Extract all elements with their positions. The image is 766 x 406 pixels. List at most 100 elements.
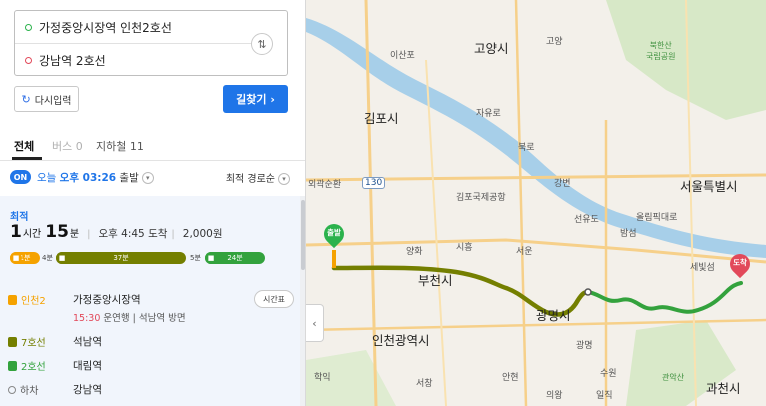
departure-time-selector[interactable]: 오늘 오후 03:26 출발 ▾ bbox=[37, 170, 154, 185]
map-label-gimpo: 김포시 bbox=[364, 111, 399, 126]
collapse-panel-button[interactable]: ‹ bbox=[306, 304, 324, 342]
divider: | bbox=[171, 229, 175, 240]
train-icon bbox=[8, 360, 17, 371]
train-icon bbox=[8, 294, 17, 305]
tab-all[interactable]: 전체 bbox=[14, 138, 34, 154]
segment-line2-label: 24분 bbox=[227, 254, 243, 262]
route-summary: 1 시간 15 분 | 오후 4:45 도착 | 2,000원 bbox=[10, 222, 223, 242]
step-station: 강남역 bbox=[73, 384, 102, 396]
departure-toggle[interactable]: ON bbox=[10, 170, 31, 184]
duration-minutes-unit: 분 bbox=[69, 229, 80, 240]
start-pin[interactable]: 출발 bbox=[319, 219, 349, 252]
sort-selector[interactable]: 최적 경로순 ▾ bbox=[226, 170, 290, 185]
map-label-iljik: 일직 bbox=[596, 391, 613, 401]
departure-options: ON 오늘 오후 03:26 출발 ▾ 최적 경로순 ▾ bbox=[0, 166, 305, 188]
step-board: 인천2 bbox=[8, 292, 81, 307]
depart-suffix: 출발 bbox=[116, 172, 139, 184]
start-pin-label: 출발 bbox=[327, 228, 341, 237]
destination-dot-icon bbox=[25, 56, 32, 64]
step-station: 석남역 bbox=[73, 336, 102, 348]
map-label-sebitseom: 세빛섬 bbox=[690, 263, 715, 273]
chevron-left-icon: ‹ bbox=[312, 316, 317, 330]
step-departure-info: 15:30 운연행 | 석남역 방면 bbox=[73, 310, 186, 324]
subway-icon: ■ bbox=[56, 252, 68, 264]
map-label-olympic-road: 올림픽대로 bbox=[636, 213, 678, 223]
route-result-card[interactable]: 최적 1 시간 15 분 | 오후 4:45 도착 | 2,000원 1분 ■ … bbox=[0, 196, 305, 406]
route-incheon2 bbox=[332, 250, 336, 268]
map-label-goyang: 고양시 bbox=[474, 41, 509, 56]
transfer-walk-2: 5분 bbox=[190, 254, 201, 262]
scrollbar-thumb[interactable] bbox=[301, 200, 305, 270]
map-view[interactable]: 고양시 김포시 서울특별시 부천시 광명시 인천광역시 과천시 이산포 고양 북… bbox=[306, 0, 766, 406]
search-route-label: 길찾기 › bbox=[236, 93, 275, 106]
refresh-icon: ↻ bbox=[21, 92, 31, 106]
origin-text: 가정중앙시장역 인천2호선 bbox=[39, 20, 172, 35]
map-label-bukhansan: 북한산 국립공원 bbox=[646, 41, 676, 61]
map-label-goyang-ic: 고양 bbox=[546, 37, 563, 47]
reset-button[interactable]: ↻ 다시입력 bbox=[14, 86, 79, 112]
map-label-hagik: 학익 bbox=[314, 373, 331, 383]
transit-tabs: 전체 버스 0 지하철 11 bbox=[0, 131, 305, 161]
map-label-gwangmyeong-ic: 광명 bbox=[576, 341, 593, 351]
alight-circle-icon bbox=[8, 385, 16, 394]
map-label-gangbyeon: 강변 bbox=[554, 179, 571, 189]
route-timeline-bar: 1분 ■ 4분 37분 ■ 5분 24분 ■ bbox=[10, 252, 265, 264]
reset-label: 다시입력 bbox=[34, 95, 72, 107]
road bbox=[514, 0, 528, 406]
segment-line7: 37분 bbox=[56, 252, 186, 264]
map-label-gimpo-airport: 김포국제공항 bbox=[456, 193, 506, 203]
tab-bus[interactable]: 버스 0 bbox=[52, 138, 83, 154]
highway-130-shield: 130 bbox=[362, 177, 386, 189]
origin-field[interactable]: 가정중앙시장역 인천2호선 bbox=[15, 11, 245, 43]
step-alight: 하차 bbox=[8, 382, 80, 397]
step-departure-time: 15:30 bbox=[73, 313, 101, 324]
swap-arrows-icon: ⇅ bbox=[257, 37, 267, 51]
transfer-point bbox=[584, 288, 592, 296]
tab-subway[interactable]: 지하철 11 bbox=[96, 138, 144, 154]
step-direction: 운연행 | 석남역 방면 bbox=[100, 313, 186, 324]
search-route-button[interactable]: 길찾기 › bbox=[223, 85, 288, 113]
map-label-seochang: 서창 bbox=[416, 379, 433, 389]
route-input-box: 가정중앙시장역 인천2호선 강남역 2호선 ⇅ bbox=[14, 10, 288, 76]
map-label-bucheon: 부천시 bbox=[418, 273, 453, 288]
map-label-yanghwa: 양화 bbox=[406, 247, 423, 257]
sort-label: 최적 경로순 bbox=[225, 174, 275, 185]
step-line-name: 하차 bbox=[20, 386, 39, 397]
map-label-seoun: 서운 bbox=[516, 247, 533, 257]
map-label-suwon: 수원 bbox=[600, 369, 617, 379]
end-pin[interactable]: 도착 bbox=[725, 249, 755, 282]
active-tab-indicator bbox=[12, 157, 42, 160]
map-label-uiwang: 의왕 bbox=[546, 391, 563, 401]
map-label-jayuro: 자유로 bbox=[476, 109, 501, 119]
duration-minutes: 15 bbox=[45, 222, 69, 242]
subway-icon: ■ bbox=[10, 252, 22, 264]
step-station: 대림역 bbox=[73, 360, 102, 372]
depart-time: 오후 03:26 bbox=[59, 172, 117, 184]
map-label-ring-road: 외곽순환 bbox=[308, 180, 342, 190]
segment-line7-label: 37분 bbox=[113, 254, 129, 262]
map-label-siheung: 시흥 bbox=[456, 243, 473, 253]
timetable-button[interactable]: 시간표 bbox=[254, 290, 294, 308]
map-label-bukro: 북로 bbox=[518, 143, 535, 153]
subway-icon: ■ bbox=[205, 252, 217, 264]
destination-text: 강남역 2호선 bbox=[39, 53, 106, 68]
end-pin-label: 도착 bbox=[733, 258, 747, 267]
swap-route-button[interactable]: ⇅ bbox=[251, 33, 273, 55]
map-label-seoul: 서울특별시 bbox=[680, 179, 738, 194]
step-transfer-line2: 2호선 bbox=[8, 358, 81, 373]
map-label-isanpo: 이산포 bbox=[390, 51, 415, 61]
destination-field[interactable]: 강남역 2호선 bbox=[15, 44, 245, 76]
route-panel: 가정중앙시장역 인천2호선 강남역 2호선 ⇅ ↻ 다시입력 길찾기 › 전체 … bbox=[0, 0, 306, 406]
map-label-gwacheon: 과천시 bbox=[706, 381, 741, 396]
map-label-incheon: 인천광역시 bbox=[372, 333, 430, 348]
transfer-walk-1: 4분 bbox=[42, 254, 53, 262]
divider: | bbox=[87, 229, 91, 240]
step-line-name: 인천2 bbox=[21, 296, 46, 307]
best-route-tag: 최적 bbox=[10, 212, 29, 223]
step-line-name: 2호선 bbox=[21, 362, 46, 373]
map-label-gwangmyeong: 광명시 bbox=[536, 308, 571, 323]
chevron-down-icon: ▾ bbox=[141, 172, 154, 184]
step-line-name: 7호선 bbox=[21, 338, 46, 349]
map-label-bamseom: 밤섬 bbox=[620, 229, 637, 239]
depart-prefix: 오늘 bbox=[37, 172, 60, 184]
